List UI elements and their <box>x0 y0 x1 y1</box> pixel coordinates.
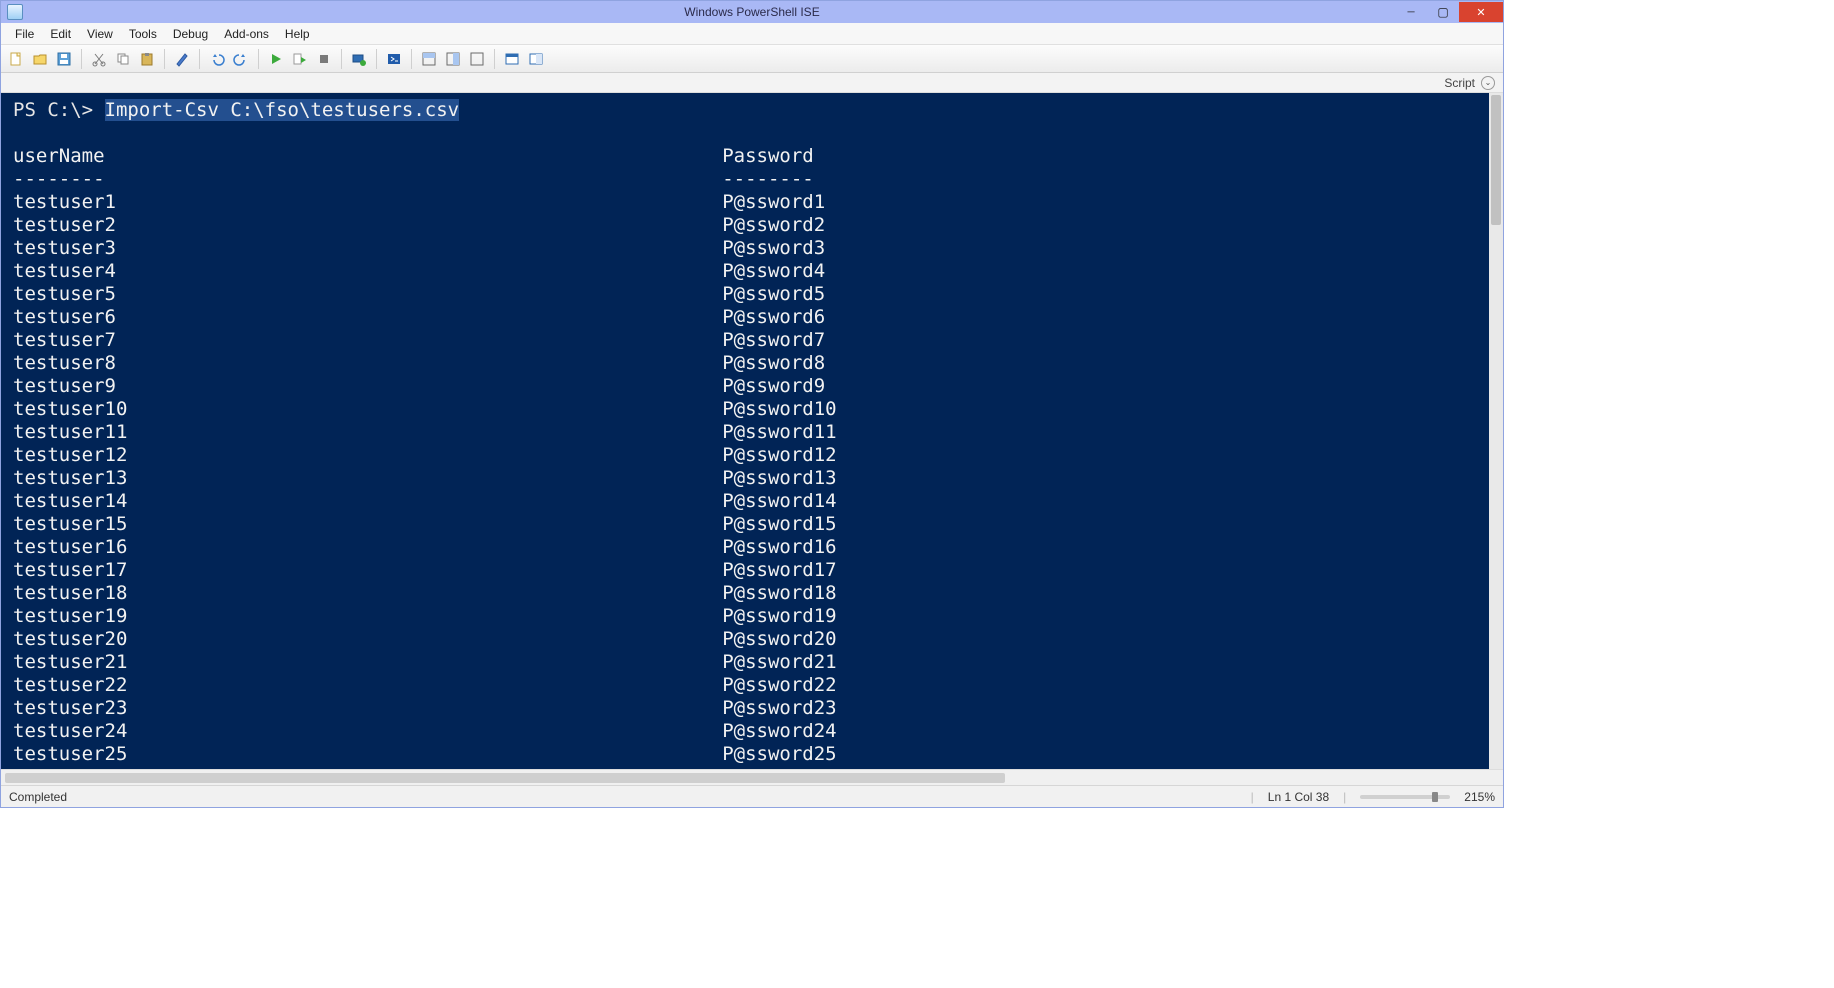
horizontal-scroll-thumb[interactable] <box>5 773 1005 783</box>
toolbar-separator <box>164 49 165 69</box>
toolbar-separator <box>81 49 82 69</box>
menu-addons[interactable]: Add-ons <box>216 25 277 43</box>
toolbar <box>1 45 1503 73</box>
show-command-icon[interactable] <box>501 48 523 70</box>
script-pane-header[interactable]: Script ⌄ <box>1 73 1503 93</box>
menubar: File Edit View Tools Debug Add-ons Help <box>1 23 1503 45</box>
show-script-top-icon[interactable] <box>418 48 440 70</box>
toolbar-separator <box>258 49 259 69</box>
toolbar-separator <box>341 49 342 69</box>
powershell-icon[interactable] <box>383 48 405 70</box>
horizontal-scrollbar[interactable] <box>1 769 1503 785</box>
paste-icon[interactable] <box>136 48 158 70</box>
menu-view[interactable]: View <box>79 25 121 43</box>
app-window: Windows PowerShell ISE File Edit View To… <box>0 0 1504 808</box>
console-output[interactable]: PS C:\> Import-Csv C:\fso\testusers.csv … <box>13 99 1489 766</box>
vertical-scrollbar[interactable] <box>1489 93 1503 769</box>
window-title: Windows PowerShell ISE <box>684 5 819 19</box>
run-selection-icon[interactable] <box>289 48 311 70</box>
menu-tools[interactable]: Tools <box>121 25 165 43</box>
cut-icon[interactable] <box>88 48 110 70</box>
show-command-addon-icon[interactable] <box>525 48 547 70</box>
copy-icon[interactable] <box>112 48 134 70</box>
run-script-icon[interactable] <box>265 48 287 70</box>
status-text: Completed <box>9 790 67 804</box>
new-remote-icon[interactable] <box>348 48 370 70</box>
toolbar-separator <box>376 49 377 69</box>
save-icon[interactable] <box>53 48 75 70</box>
expand-script-icon[interactable]: ⌄ <box>1481 76 1495 90</box>
clear-icon[interactable] <box>171 48 193 70</box>
close-button[interactable] <box>1459 2 1503 22</box>
zoom-level: 215% <box>1464 790 1495 804</box>
console-pane[interactable]: PS C:\> Import-Csv C:\fso\testusers.csv … <box>1 93 1503 769</box>
vertical-scroll-thumb[interactable] <box>1491 95 1501 225</box>
menu-edit[interactable]: Edit <box>42 25 79 43</box>
menu-debug[interactable]: Debug <box>165 25 216 43</box>
open-icon[interactable] <box>29 48 51 70</box>
titlebar[interactable]: Windows PowerShell ISE <box>1 1 1503 23</box>
cursor-position: Ln 1 Col 38 <box>1268 790 1329 804</box>
new-icon[interactable] <box>5 48 27 70</box>
toolbar-separator <box>411 49 412 69</box>
menu-help[interactable]: Help <box>277 25 318 43</box>
app-icon <box>7 4 23 20</box>
maximize-button[interactable] <box>1427 2 1459 22</box>
menu-file[interactable]: File <box>7 25 42 43</box>
script-pane-label: Script <box>1444 76 1475 90</box>
show-script-right-icon[interactable] <box>442 48 464 70</box>
undo-icon[interactable] <box>206 48 228 70</box>
stop-icon[interactable] <box>313 48 335 70</box>
show-script-max-icon[interactable] <box>466 48 488 70</box>
toolbar-separator <box>199 49 200 69</box>
redo-icon[interactable] <box>230 48 252 70</box>
status-bar: Completed | Ln 1 Col 38 | 215% <box>1 785 1503 807</box>
toolbar-separator <box>494 49 495 69</box>
minimize-button[interactable] <box>1395 2 1427 22</box>
window-buttons <box>1395 2 1503 22</box>
zoom-slider[interactable] <box>1360 795 1450 799</box>
